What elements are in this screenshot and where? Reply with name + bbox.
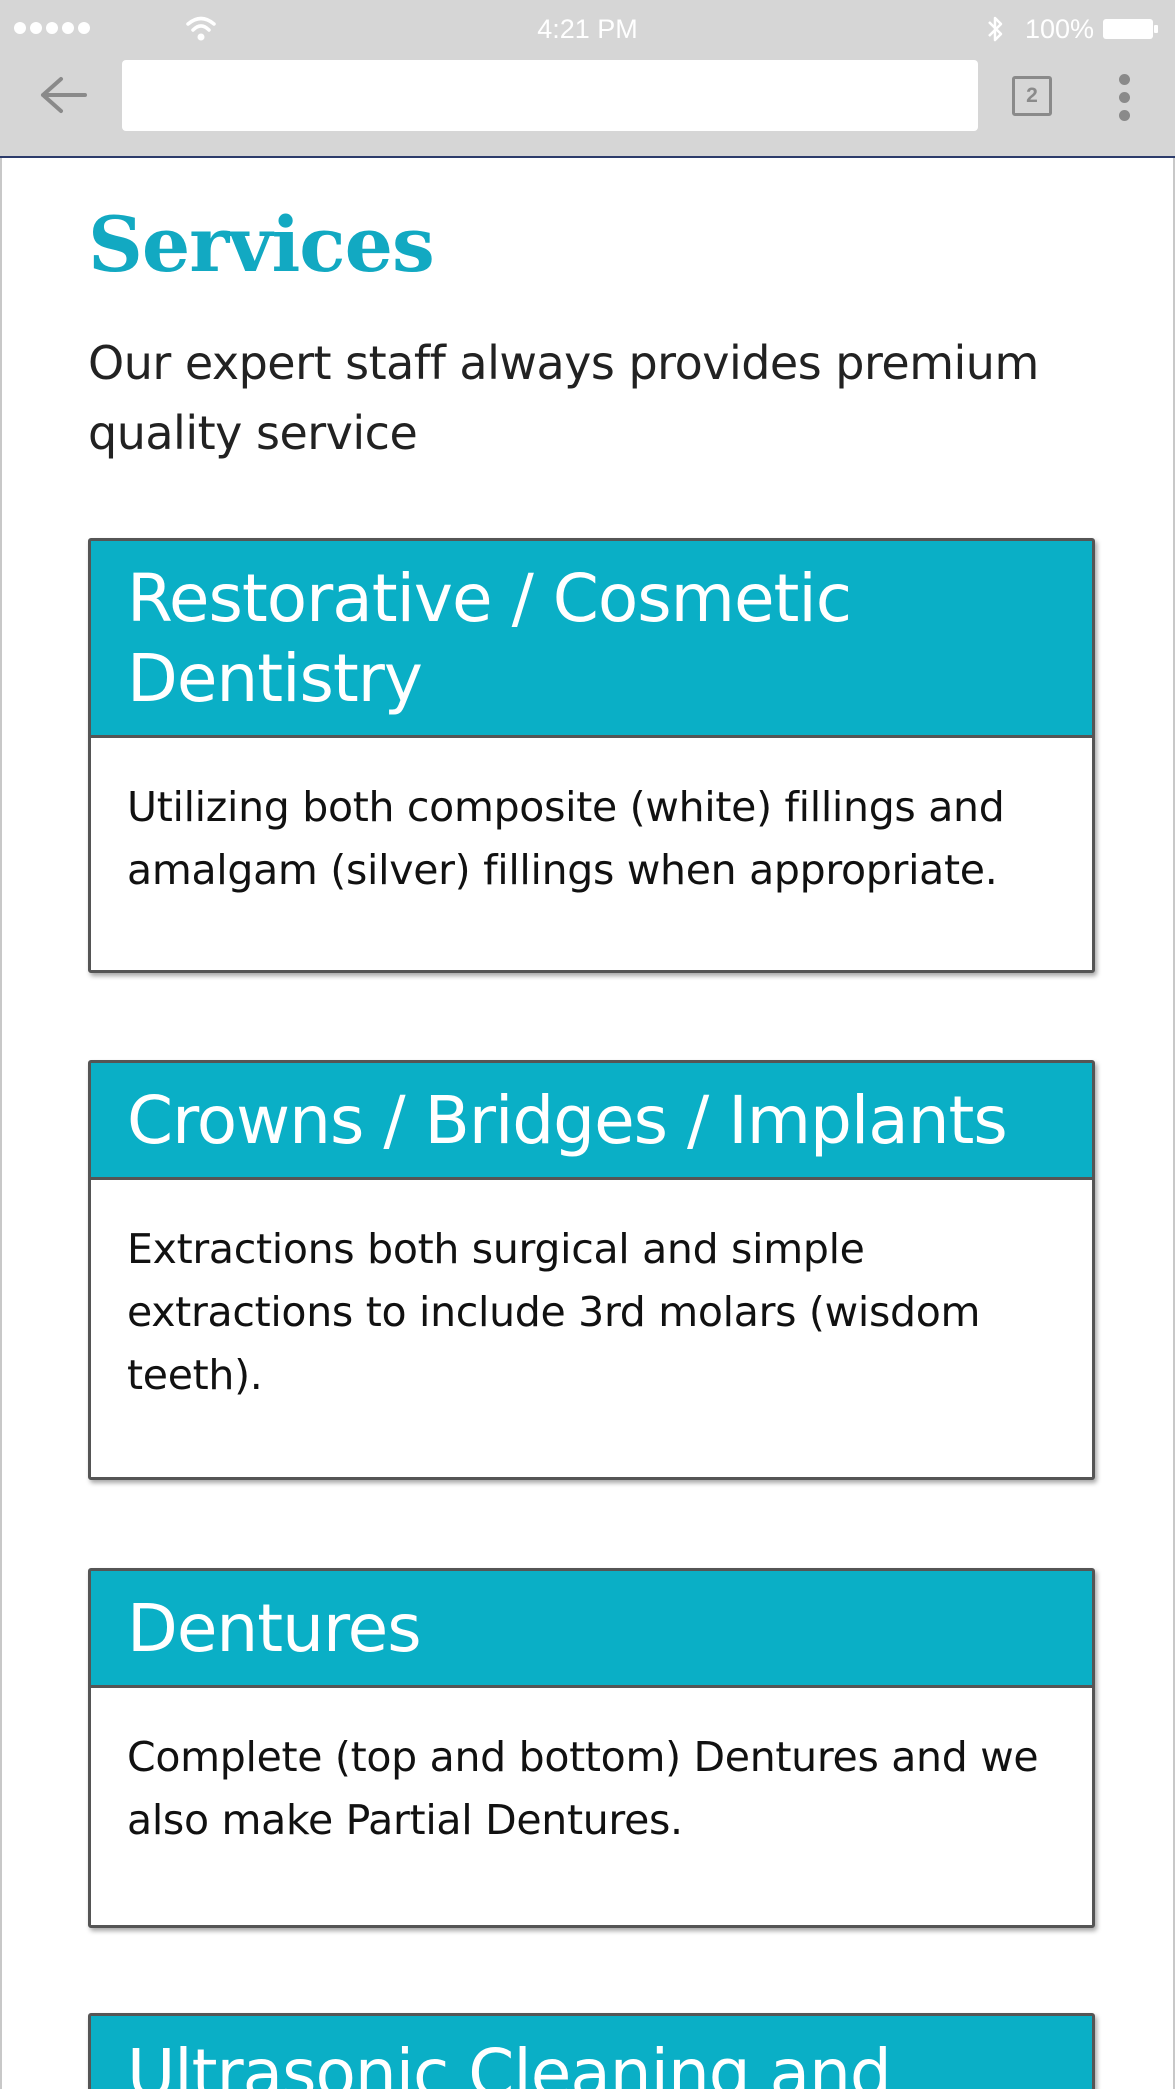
service-card[interactable]: Restorative / Cosmetic Dentistry Utilizi…	[88, 538, 1095, 973]
page-title: Services	[88, 200, 435, 289]
back-button[interactable]	[34, 70, 94, 120]
status-bar: 4:21 PM 100%	[0, 0, 1175, 58]
url-bar[interactable]	[122, 60, 978, 131]
back-arrow-icon	[41, 77, 87, 113]
service-card[interactable]: Dentures Complete (top and bottom) Dentu…	[88, 1568, 1095, 1928]
service-card[interactable]: Ultrasonic Cleaning and	[88, 2013, 1095, 2089]
service-description: Complete (top and bottom) Dentures and w…	[127, 1733, 1039, 1844]
page-content: Services Our expert staff always provide…	[0, 158, 1175, 2089]
battery-icon	[1103, 19, 1158, 39]
service-description: Utilizing both composite (white) filling…	[127, 783, 1005, 894]
more-vert-icon[interactable]	[1110, 74, 1140, 122]
phone-screen: 4:21 PM 100% 2 Services Our expert staff…	[0, 0, 1175, 2089]
service-title: Crowns / Bridges / Implants	[91, 1063, 1092, 1180]
service-title: Dentures	[91, 1571, 1092, 1688]
page-subtitle: Our expert staff always provides premium…	[88, 336, 1039, 460]
battery-percentage: 100%	[1025, 14, 1095, 44]
service-title: Restorative / Cosmetic Dentistry	[91, 541, 1092, 738]
tabs-button[interactable]: 2	[1012, 76, 1052, 116]
bluetooth-icon	[988, 16, 1003, 42]
service-title: Ultrasonic Cleaning and	[91, 2016, 1092, 2089]
service-card[interactable]: Crowns / Bridges / Implants Extractions …	[88, 1060, 1095, 1480]
service-description: Extractions both surgical and simple ext…	[127, 1225, 981, 1399]
